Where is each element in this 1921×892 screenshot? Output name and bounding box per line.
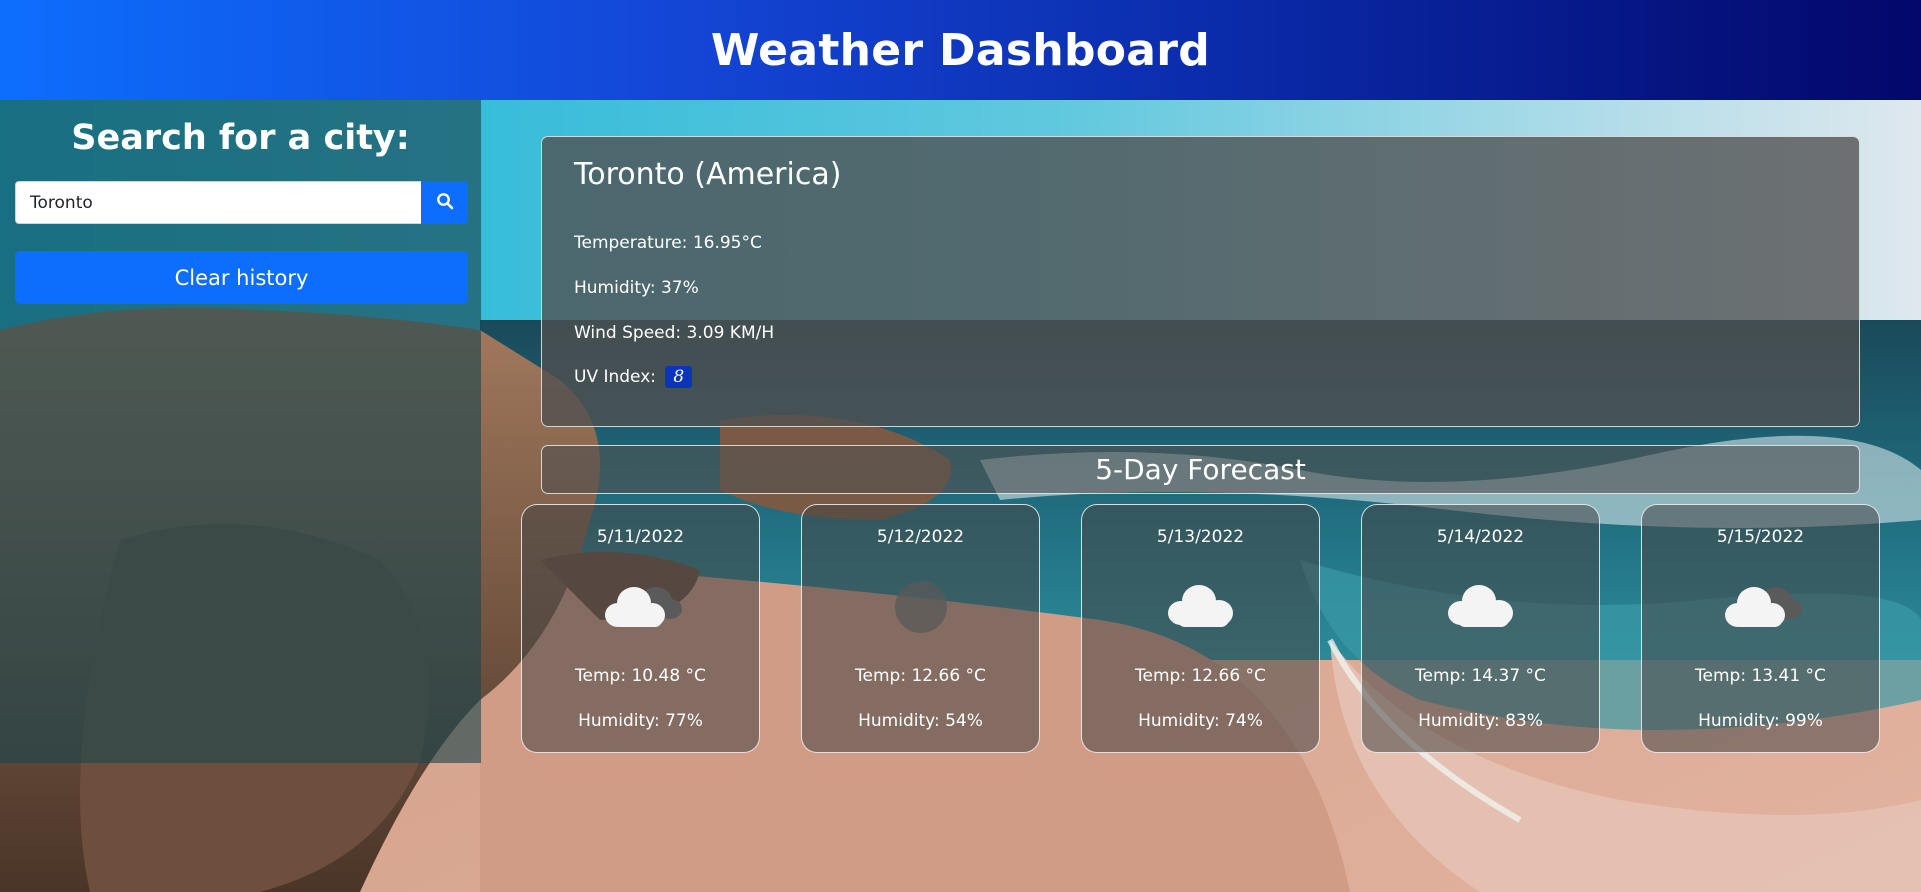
forecast-temp: Temp: 12.66 °C: [1135, 666, 1266, 686]
forecast-humidity: Humidity: 83%: [1418, 711, 1543, 731]
forecast-temp: Temp: 14.37 °C: [1415, 666, 1546, 686]
forecast-humidity: Humidity: 74%: [1138, 711, 1263, 731]
forecast-card: 5/11/2022 Temp: 10.48 °C Humidity: 77%: [521, 504, 760, 753]
search-sidebar: Search for a city: Clear history: [0, 100, 481, 763]
search-button[interactable]: [421, 181, 468, 224]
search-icon: [436, 192, 454, 213]
forecast-temp: Temp: 12.66 °C: [855, 666, 986, 686]
search-group: [15, 181, 468, 224]
clear-history-button[interactable]: Clear history: [15, 251, 468, 304]
city-search-input[interactable]: [15, 181, 421, 224]
search-title: Search for a city:: [71, 118, 410, 158]
forecast-title: 5-Day Forecast: [1095, 453, 1306, 486]
current-weather-card: Toronto (America) Temperature: 16.95°C H…: [541, 136, 1860, 427]
forecast-humidity: Humidity: 54%: [858, 711, 983, 731]
broken-clouds-icon: [1716, 577, 1806, 637]
current-wind-speed: Wind Speed: 3.09 KM/H: [574, 323, 775, 343]
forecast-date: 5/14/2022: [1436, 527, 1525, 547]
forecast-date: 5/12/2022: [876, 527, 965, 547]
current-uv-index: UV Index: 8: [574, 366, 693, 388]
forecast-header: 5-Day Forecast: [541, 445, 1860, 494]
forecast-temp: Temp: 10.48 °C: [575, 666, 706, 686]
uv-index-badge: 8: [665, 366, 693, 388]
cloud-icon: [1441, 577, 1521, 637]
forecast-humidity: Humidity: 77%: [578, 711, 703, 731]
broken-clouds-icon: [596, 577, 686, 637]
forecast-card: 5/15/2022 Temp: 13.41 °C Humidity: 99%: [1641, 504, 1880, 753]
cloud-icon: [1161, 577, 1241, 637]
uv-index-label: UV Index:: [574, 367, 657, 387]
missing-weather-icon: [891, 577, 951, 637]
forecast-date: 5/13/2022: [1156, 527, 1245, 547]
app-header: Weather Dashboard: [0, 0, 1921, 100]
forecast-card: 5/14/2022 Temp: 14.37 °C Humidity: 83%: [1361, 504, 1600, 753]
current-humidity: Humidity: 37%: [574, 278, 699, 298]
forecast-date: 5/15/2022: [1716, 527, 1805, 547]
forecast-humidity: Humidity: 99%: [1698, 711, 1823, 731]
page-title: Weather Dashboard: [710, 24, 1211, 76]
current-city-title: Toronto (America): [574, 157, 842, 192]
current-temperature: Temperature: 16.95°C: [574, 233, 762, 253]
forecast-date: 5/11/2022: [596, 527, 685, 547]
forecast-card: 5/12/2022 Temp: 12.66 °C Humidity: 54%: [801, 504, 1040, 753]
forecast-temp: Temp: 13.41 °C: [1695, 666, 1826, 686]
forecast-card: 5/13/2022 Temp: 12.66 °C Humidity: 74%: [1081, 504, 1320, 753]
